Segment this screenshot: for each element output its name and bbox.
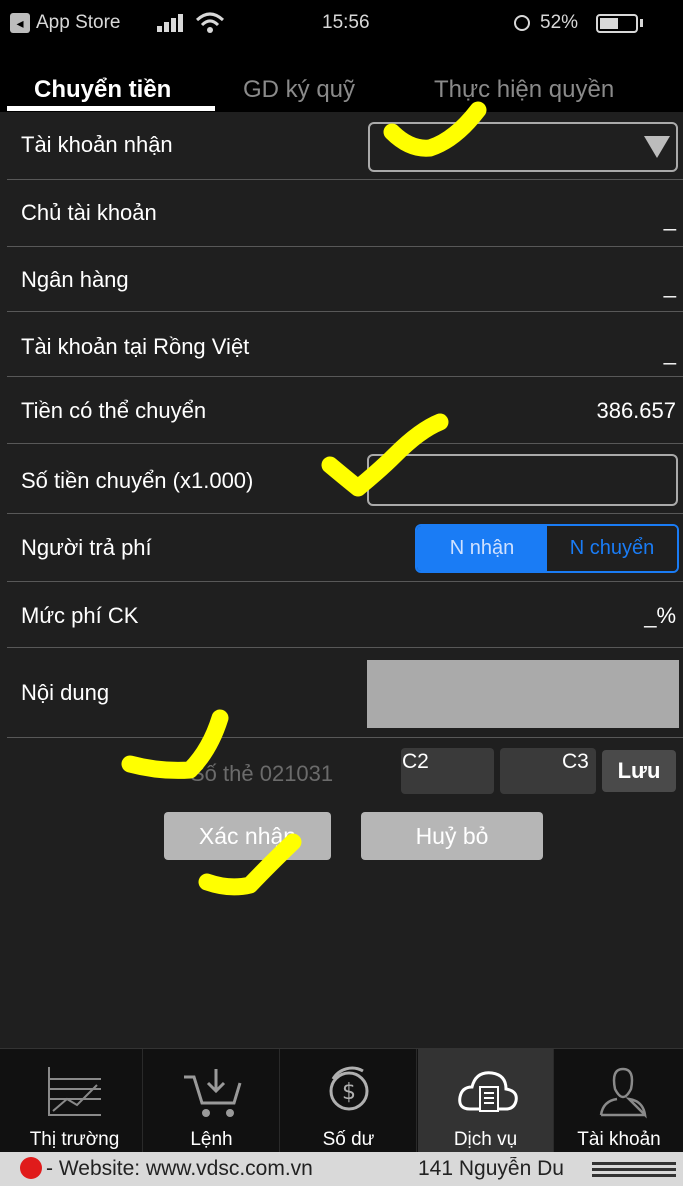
save-button[interactable]: Lưu [602,750,676,792]
back-app-label[interactable]: App Store [36,12,121,34]
bottom-nav: Thị trường Lệnh $ Số dư Dịch vụ Tài khoả… [0,1048,683,1153]
svg-text:$: $ [342,1080,356,1105]
confirm-button[interactable]: Xác nhận [164,812,331,860]
dollar-icon: $ [329,1066,369,1111]
receiving-account-label: Tài khoản nhận [21,132,173,157]
fee-payer-receiver-option[interactable]: N nhận [417,526,547,571]
row-transferable: Tiền có thể chuyển 386.657 [7,377,683,444]
tab-thuc-hien-quyen[interactable]: Thực hiện quyền [434,76,614,104]
code-c3-label: C3 [562,750,589,773]
wifi-icon [195,12,225,33]
nav-item-account[interactable]: Tài khoản [555,1049,683,1153]
card-number-text: Số thẻ 021031 [190,761,334,786]
transferable-label: Tiền có thể chuyển [21,398,207,423]
account-holder-value: _ [663,206,676,231]
tab-chuyen-tien[interactable]: Chuyển tiền [34,76,171,104]
content-label: Nội dung [21,680,110,705]
cancel-button[interactable]: Huỷ bỏ [361,812,543,860]
tab-gd-ky-quy[interactable]: GD ký quỹ [243,76,355,104]
tab-bar: Chuyển tiền GD ký quỹ Thực hiện quyền [0,46,683,112]
nav-label-account: Tài khoản [577,1129,661,1150]
clock: 15:56 [322,12,370,33]
fee-payer-label: Người trả phí [21,535,152,560]
cloud-icon [458,1071,518,1112]
cart-icon [184,1069,242,1117]
rong-viet-account-value: _ [663,340,676,365]
nav-item-balance[interactable]: $ Số dư [281,1049,417,1153]
footer-address: 141 Nguyễn Du [418,1157,564,1180]
footer-bar: - Website: www.vdsc.com.vn 141 Nguyễn Du [0,1152,683,1186]
nav-item-orders[interactable]: Lệnh [144,1049,280,1153]
footer-website[interactable]: - Website: www.vdsc.com.vn [46,1157,313,1181]
row-rong-viet-account: Tài khoản tại Rồng Việt _ [7,312,683,377]
battery-percent: 52% [540,12,579,33]
row-bank: Ngân hàng _ [7,247,683,312]
code-c2-label: C2 [402,750,429,773]
row-account-holder: Chủ tài khoản _ [7,180,683,247]
nav-label-services: Dịch vụ [453,1129,518,1150]
user-icon [599,1067,647,1119]
nav-label-balance: Số dư [322,1129,375,1150]
transferable-value: 386.657 [596,398,676,423]
nav-label-market: Thị trường [29,1129,120,1150]
fee-rate-label: Mức phí CK [21,603,139,628]
dragon-logo-icon [20,1157,42,1179]
fee-payer-sender-option[interactable]: N chuyển [547,526,677,571]
row-fee-rate: Mức phí CK _% [7,582,683,648]
rong-viet-account-label: Tài khoản tại Rồng Việt [21,334,250,359]
account-holder-label: Chủ tài khoản [21,200,157,225]
battery-icon [596,14,638,33]
rotation-lock-icon [514,15,530,31]
nav-label-orders: Lệnh [190,1129,233,1150]
fee-rate-value: _% [644,603,676,628]
bank-label: Ngân hàng [21,267,129,292]
nav-item-market[interactable]: Thị trường [7,1049,143,1153]
content-input[interactable] [367,660,679,728]
status-bar: ◂ App Store 15:56 52% [0,0,683,46]
bank-value: _ [663,273,676,298]
dropdown-arrow-icon [644,136,670,158]
amount-label: Số tiền chuyển (x1.000) [21,468,254,493]
receiving-account-select[interactable] [368,122,678,172]
menu-icon[interactable] [592,1162,676,1178]
active-tab-indicator [7,106,215,111]
amount-input[interactable] [367,454,678,506]
signal-icon [157,14,189,32]
chart-icon [48,1067,101,1116]
fee-payer-segmented-control: N nhận N chuyển [415,524,679,573]
nav-item-services[interactable]: Dịch vụ [418,1049,554,1153]
back-arrow-icon[interactable]: ◂ [10,13,30,33]
